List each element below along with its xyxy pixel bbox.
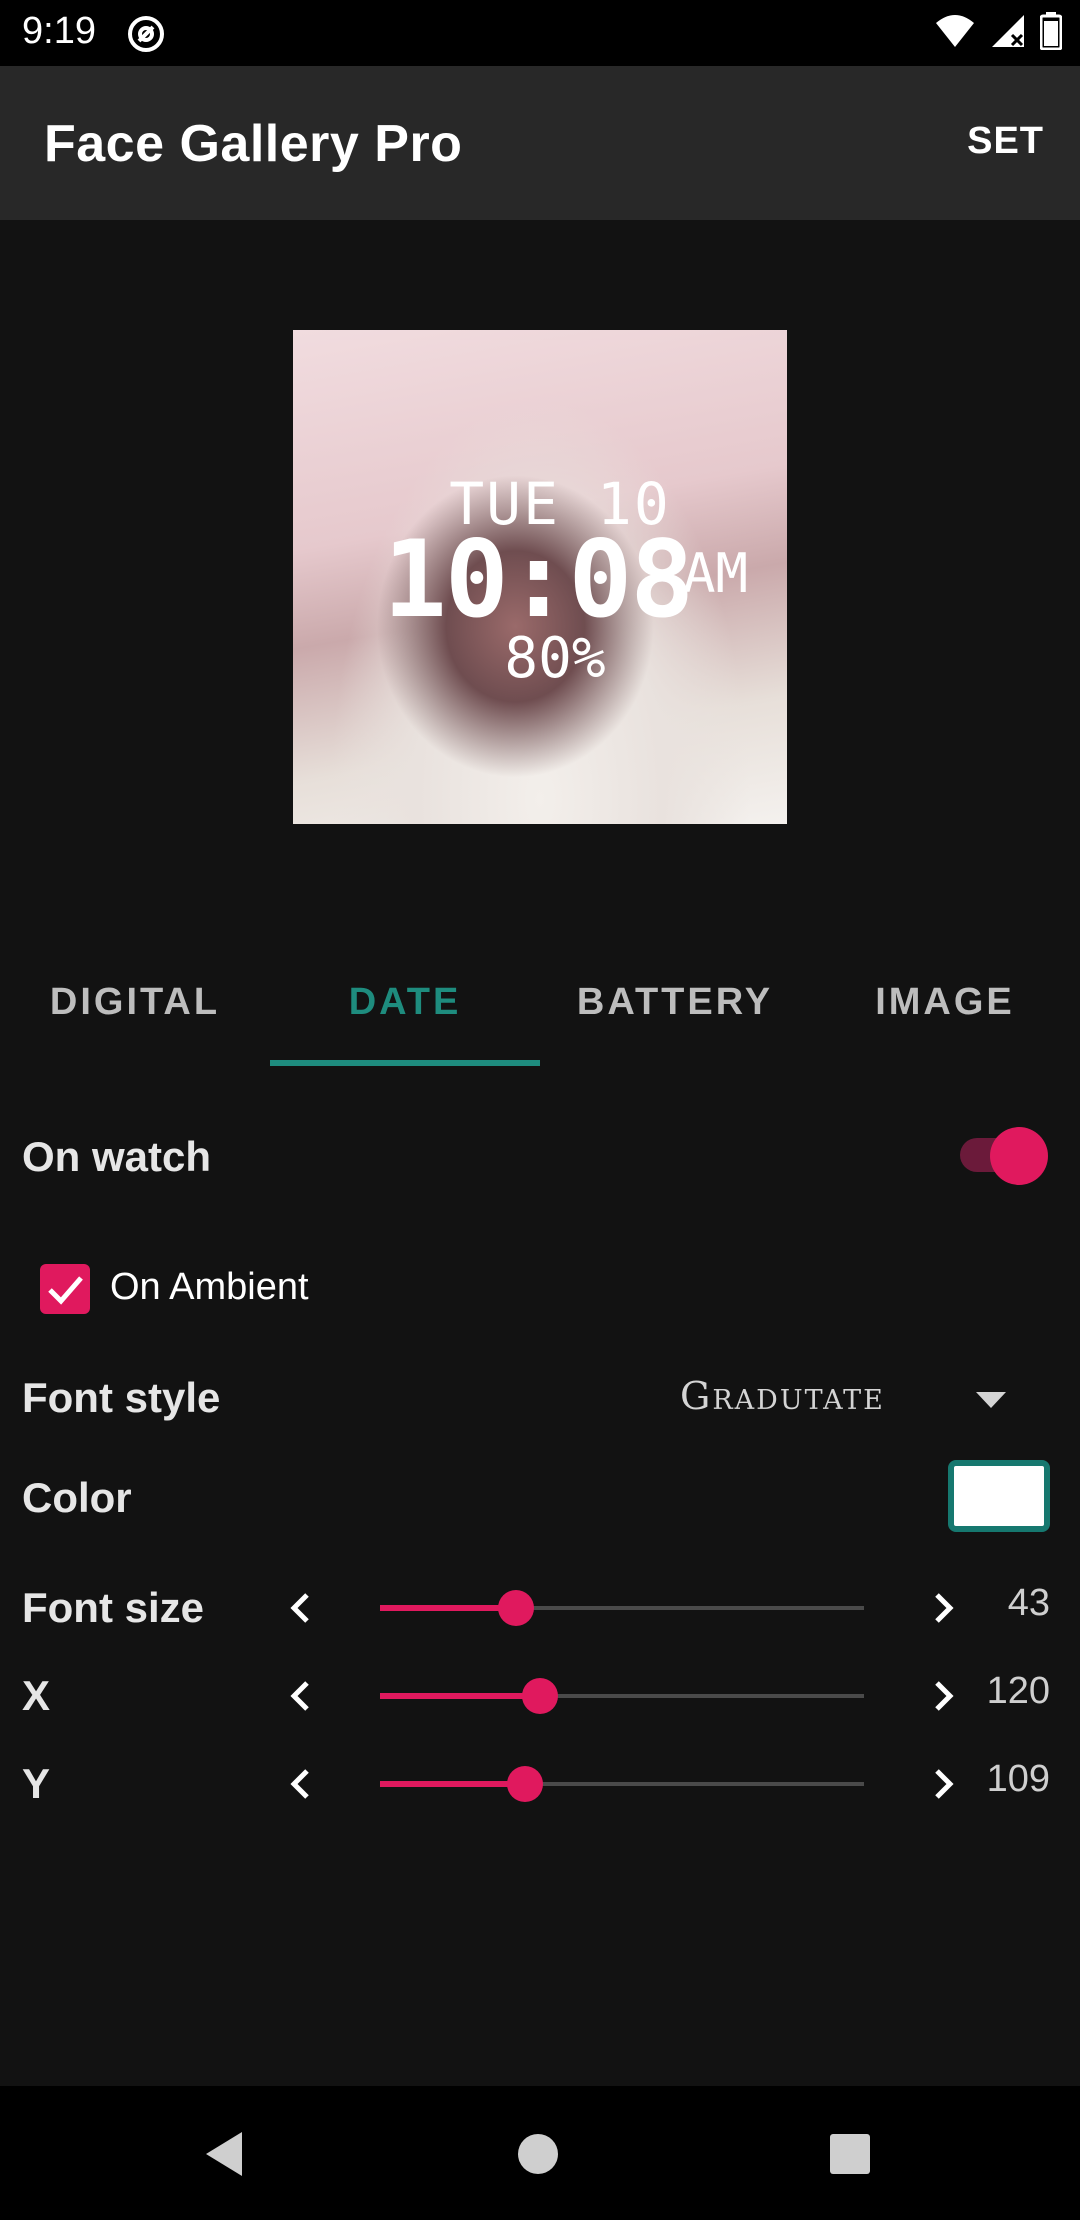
chevron-right-icon[interactable] — [920, 1762, 964, 1806]
back-icon[interactable] — [200, 2128, 248, 2180]
color-swatch[interactable] — [948, 1460, 1050, 1532]
x-row: X 120 — [0, 1656, 1080, 1736]
battery-icon — [1040, 12, 1062, 50]
dropdown-arrow-icon — [976, 1392, 1006, 1408]
tab-indicator — [270, 1060, 540, 1066]
tab-digital[interactable]: DIGITAL — [0, 950, 270, 1068]
slider-thumb[interactable] — [507, 1766, 544, 1802]
slider-fill — [380, 1605, 516, 1611]
status-bar: 9:19 — [0, 0, 1080, 66]
slider-thumb[interactable] — [497, 1590, 534, 1626]
tab-bar: DIGITAL DATE BATTERY IMAGE — [0, 950, 1080, 1068]
preview-time: 10:08 — [383, 518, 694, 641]
app-bar: Face Gallery Pro SET — [0, 66, 1080, 220]
set-button[interactable]: SET — [967, 120, 1044, 163]
signal-icon — [992, 15, 1024, 47]
y-label: Y — [22, 1760, 51, 1807]
on-watch-label: On watch — [22, 1133, 212, 1180]
app-title: Face Gallery Pro — [44, 115, 463, 173]
at-sign-icon — [128, 16, 164, 52]
switch-thumb — [990, 1127, 1048, 1185]
check-icon — [48, 1276, 83, 1305]
wifi-icon — [936, 15, 974, 47]
tab-image[interactable]: IMAGE — [810, 950, 1080, 1068]
slider-fill — [380, 1693, 540, 1699]
chevron-left-icon[interactable] — [280, 1586, 324, 1630]
navigation-bar — [0, 2086, 1080, 2220]
chevron-right-icon[interactable] — [920, 1586, 964, 1630]
font-size-label: Font size — [22, 1584, 205, 1631]
watch-face-preview: TUE 10 10:08 AM 80% — [293, 330, 787, 824]
on-ambient-checkbox[interactable] — [40, 1264, 90, 1314]
font-style-label: Font style — [22, 1374, 221, 1421]
tab-battery[interactable]: BATTERY — [540, 950, 810, 1068]
tab-date[interactable]: DATE — [270, 950, 540, 1068]
font-style-value: Gradutate — [680, 1374, 885, 1418]
home-icon[interactable] — [516, 2132, 560, 2176]
y-row: Y 109 — [0, 1744, 1080, 1824]
recents-icon[interactable] — [828, 2132, 872, 2176]
status-icons — [934, 12, 1062, 50]
x-label: X — [22, 1672, 51, 1719]
x-value: 120 — [986, 1670, 1050, 1712]
preview-battery: 80% — [504, 626, 606, 691]
preview-ampm: AM — [683, 542, 749, 605]
slider-thumb[interactable] — [521, 1678, 558, 1714]
y-value: 109 — [986, 1758, 1050, 1800]
slider-fill — [380, 1781, 526, 1787]
font-size-row: Font size 43 — [0, 1568, 1080, 1648]
chevron-right-icon[interactable] — [920, 1674, 964, 1718]
on-ambient-label: On Ambient — [110, 1266, 309, 1308]
color-label: Color — [22, 1474, 132, 1521]
chevron-left-icon[interactable] — [280, 1674, 324, 1718]
chevron-left-icon[interactable] — [280, 1762, 324, 1806]
status-time: 9:19 — [22, 10, 96, 52]
font-size-value: 43 — [1007, 1582, 1050, 1624]
